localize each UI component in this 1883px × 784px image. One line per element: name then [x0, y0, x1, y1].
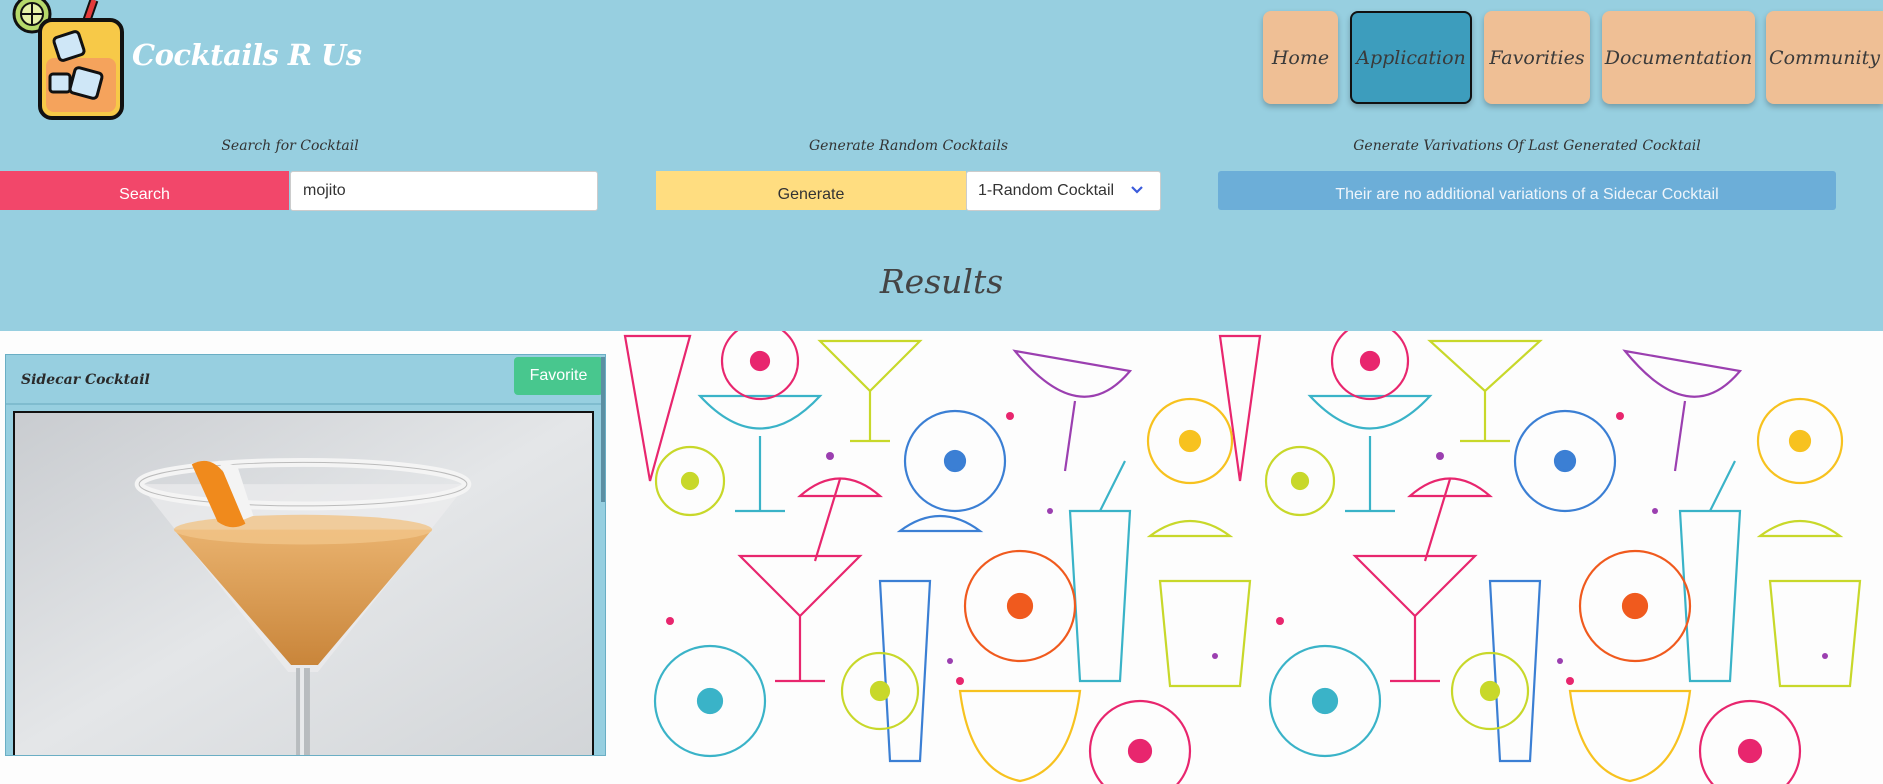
- generate-button[interactable]: Generate: [656, 171, 966, 210]
- card-title: Sidecar Cocktail: [21, 372, 150, 388]
- result-card: Sidecar Cocktail Favorite: [5, 354, 606, 756]
- nav-documentation-button[interactable]: Documentation: [1602, 11, 1755, 104]
- nav-favorities-button[interactable]: Favorities: [1484, 11, 1590, 104]
- card-header: Sidecar Cocktail Favorite: [6, 355, 605, 405]
- random-count-value: 1-Random Cocktail: [978, 182, 1115, 199]
- random-count-select[interactable]: 1-Random Cocktail: [966, 171, 1161, 211]
- results-heading: Results: [879, 262, 1004, 301]
- generate-variations-button[interactable]: Their are no additional variations of a …: [1218, 171, 1836, 210]
- nav-home-button[interactable]: Home: [1263, 11, 1338, 104]
- nav-community-button[interactable]: Community: [1766, 11, 1883, 104]
- search-button[interactable]: Search: [0, 171, 289, 210]
- search-heading: Search for Cocktail: [221, 138, 359, 154]
- cocktail-glass-logo-icon[interactable]: [10, 0, 128, 122]
- cocktail-photo: [13, 411, 594, 755]
- random-heading: Generate Random Cocktails: [808, 138, 1009, 154]
- nav-application-button[interactable]: Application: [1350, 11, 1472, 104]
- brand-name: Cocktails R Us: [132, 38, 362, 72]
- variations-heading: Generate Varivations Of Last Generated C…: [1353, 138, 1701, 154]
- search-input[interactable]: [290, 171, 598, 211]
- chevron-down-icon: [1131, 186, 1143, 194]
- favorite-button[interactable]: Favorite: [514, 357, 603, 395]
- card-scrollbar[interactable]: [601, 357, 605, 502]
